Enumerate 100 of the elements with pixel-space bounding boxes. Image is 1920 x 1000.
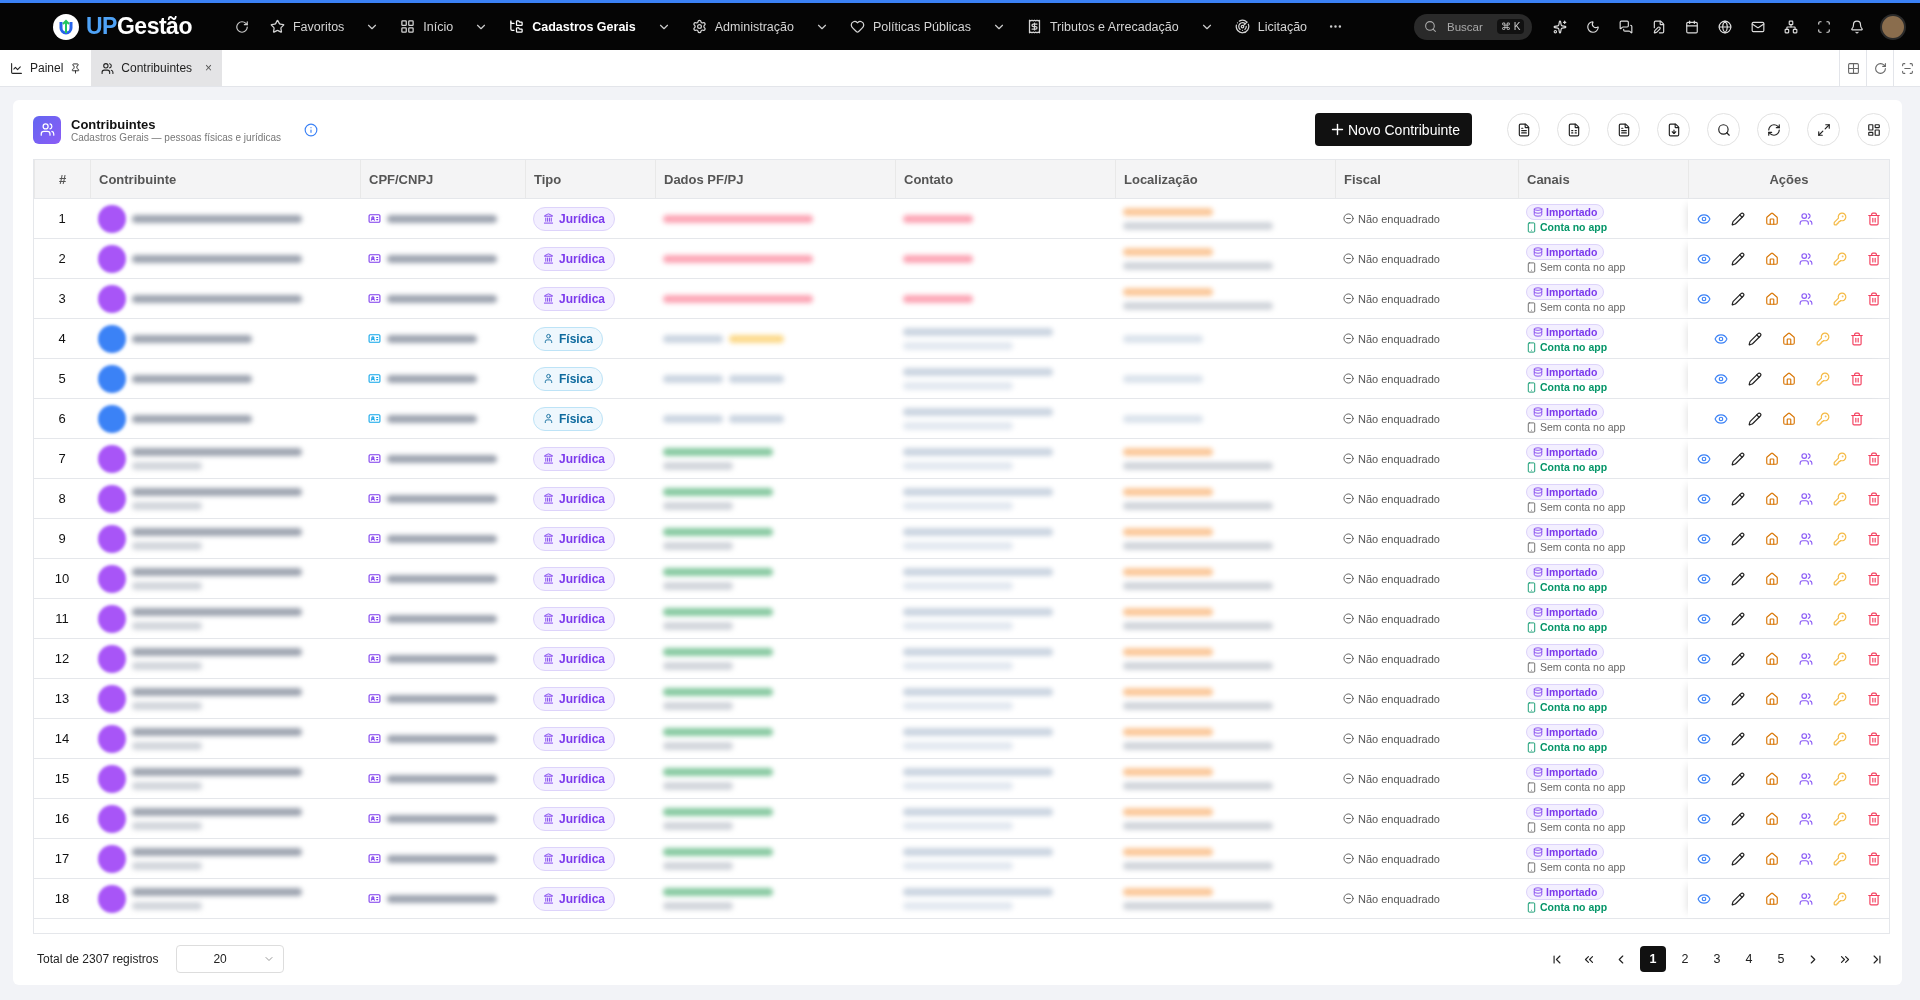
- type-badge: Física: [533, 366, 604, 391]
- row-number: 6: [58, 411, 66, 427]
- type-badge: Jurídica: [533, 486, 616, 511]
- app-account-status: Sem conta no app: [1526, 661, 1626, 674]
- fiscal-status: Não enquadrado: [1343, 572, 1440, 585]
- row-number: 1: [58, 211, 66, 227]
- menu-item[interactable]: Administração: [687, 15, 798, 38]
- app-account-status: Sem conta no app: [1526, 501, 1626, 514]
- new-contributor-button[interactable]: Novo Contribuinte: [1314, 113, 1472, 147]
- fiscal-status: Não enquadrado: [1343, 852, 1440, 865]
- type-badge: Jurídica: [533, 646, 616, 671]
- fiscal-status: Não enquadrado: [1343, 612, 1440, 625]
- type-badge: Jurídica: [533, 726, 616, 751]
- shortcut-hint: ⌘ K: [1497, 19, 1525, 34]
- type-badge: Física: [533, 326, 604, 351]
- source-badge: Importado: [1526, 204, 1605, 221]
- type-badge: Jurídica: [533, 246, 616, 271]
- column-header: Contribuinte: [90, 160, 360, 199]
- app-account-status: Conta no app: [1526, 701, 1608, 714]
- page-button[interactable]: 3: [1704, 946, 1730, 973]
- row-number: 4: [58, 331, 66, 347]
- fiscal-status: Não enquadrado: [1343, 252, 1440, 265]
- source-badge: Importado: [1526, 684, 1605, 701]
- source-badge: Importado: [1526, 804, 1605, 821]
- column-header: Localização: [1115, 160, 1335, 199]
- search-field[interactable]: Buscar: [1445, 19, 1489, 34]
- app-account-status: Conta no app: [1526, 381, 1608, 394]
- source-badge: Importado: [1526, 644, 1605, 661]
- row-number: 11: [55, 611, 69, 627]
- row-number: 2: [58, 251, 66, 267]
- menu-item[interactable]: Cadastros Gerais: [505, 15, 640, 38]
- column-header: Canais: [1518, 160, 1688, 199]
- fiscal-status: Não enquadrado: [1343, 492, 1440, 505]
- source-badge: Importado: [1526, 884, 1605, 901]
- source-badge: Importado: [1526, 564, 1605, 581]
- type-badge: Jurídica: [533, 766, 616, 791]
- fiscal-status: Não enquadrado: [1343, 732, 1440, 745]
- app-account-status: Sem conta no app: [1526, 781, 1626, 794]
- page-subtitle: Cadastros Gerais — pessoas físicas e jurídicas: [71, 131, 282, 143]
- app-account-status: Sem conta no app: [1526, 821, 1626, 834]
- page-button[interactable]: 2: [1672, 946, 1698, 973]
- page-button[interactable]: 5: [1768, 946, 1794, 973]
- source-badge: Importado: [1526, 724, 1605, 741]
- row-number: 3: [58, 291, 66, 307]
- app-account-status: Conta no app: [1526, 901, 1608, 914]
- menu-item[interactable]: Tributos e Arrecadação: [1022, 15, 1183, 38]
- source-badge: Importado: [1526, 244, 1605, 261]
- app-account-status: Sem conta no app: [1526, 861, 1626, 874]
- source-badge: Importado: [1526, 324, 1605, 341]
- page-tab[interactable]: Contribuintes ×: [91, 50, 223, 86]
- page-button[interactable]: 4: [1736, 946, 1762, 973]
- row-number: 10: [54, 571, 70, 587]
- source-badge: Importado: [1526, 444, 1605, 461]
- fiscal-status: Não enquadrado: [1343, 892, 1440, 905]
- app-account-status: Conta no app: [1526, 341, 1608, 354]
- source-badge: Importado: [1526, 364, 1605, 381]
- row-number: 18: [54, 891, 70, 907]
- fiscal-status: Não enquadrado: [1343, 772, 1440, 785]
- row-number: 16: [54, 811, 70, 827]
- row-number: 17: [54, 851, 70, 867]
- row-number: 9: [58, 531, 66, 547]
- menu-item[interactable]: Início: [396, 15, 458, 38]
- app-account-status: Conta no app: [1526, 741, 1608, 754]
- app-account-status: Sem conta no app: [1526, 541, 1626, 554]
- menu-item[interactable]: Políticas Públicas: [845, 15, 975, 38]
- app-account-status: Conta no app: [1526, 621, 1608, 634]
- source-badge: Importado: [1526, 604, 1605, 621]
- type-badge: Jurídica: [533, 606, 616, 631]
- app-account-status: Conta no app: [1526, 581, 1608, 594]
- fiscal-status: Não enquadrado: [1343, 412, 1440, 425]
- app-account-status: Sem conta no app: [1526, 261, 1626, 274]
- type-badge: Física: [533, 406, 604, 431]
- source-badge: Importado: [1526, 764, 1605, 781]
- fiscal-status: Não enquadrado: [1343, 532, 1440, 545]
- app-account-status: Sem conta no app: [1526, 421, 1626, 434]
- close-icon[interactable]: ×: [205, 61, 213, 75]
- column-header: #: [34, 160, 90, 199]
- fiscal-status: Não enquadrado: [1343, 372, 1440, 385]
- menu-item[interactable]: Favoritos: [265, 15, 349, 38]
- app-account-status: Conta no app: [1526, 461, 1608, 474]
- page-title: Contribuintes: [71, 116, 157, 132]
- app-account-status: Sem conta no app: [1526, 301, 1626, 314]
- row-number: 15: [54, 771, 70, 787]
- fiscal-status: Não enquadrado: [1343, 292, 1440, 305]
- type-badge: Jurídica: [533, 566, 616, 591]
- type-badge: Jurídica: [533, 886, 616, 911]
- menu-item[interactable]: Licitação: [1230, 15, 1312, 38]
- fiscal-status: Não enquadrado: [1343, 812, 1440, 825]
- column-header: Ações: [1688, 160, 1889, 199]
- page-button[interactable]: 1: [1640, 946, 1666, 973]
- source-badge: Importado: [1526, 524, 1605, 541]
- type-badge: Jurídica: [533, 806, 616, 831]
- page-size-select[interactable]: 20: [176, 945, 285, 974]
- column-header: Fiscal: [1335, 160, 1518, 199]
- source-badge: Importado: [1526, 404, 1605, 421]
- type-badge: Jurídica: [533, 686, 616, 711]
- fiscal-status: Não enquadrado: [1343, 332, 1440, 345]
- column-header: Tipo: [525, 160, 655, 199]
- row-number: 8: [58, 491, 66, 507]
- fiscal-status: Não enquadrado: [1343, 692, 1440, 705]
